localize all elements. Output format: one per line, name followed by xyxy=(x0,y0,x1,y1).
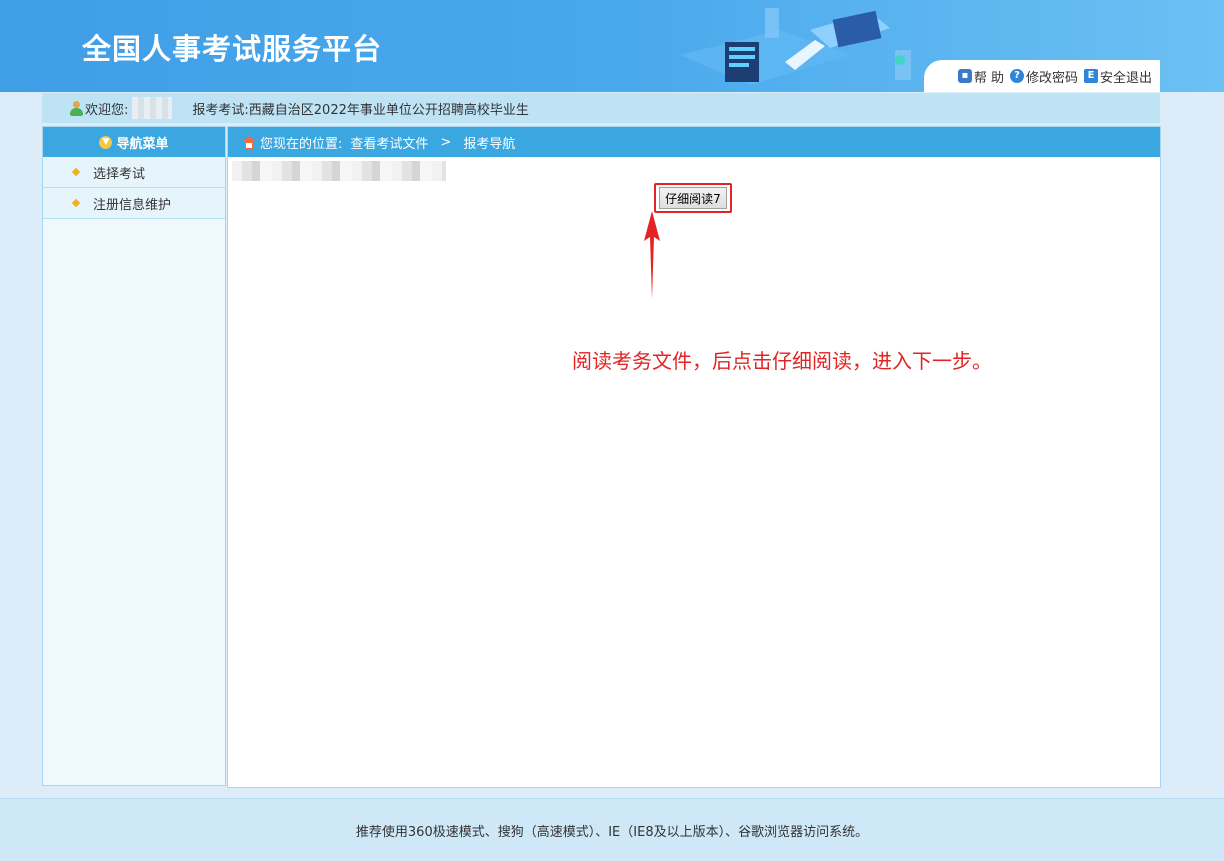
bullet-icon xyxy=(71,198,81,208)
breadcrumb-separator: > xyxy=(440,134,452,150)
header: 全国人事考试服务平台 ▪ 帮 助 ? 修改密码 E 安全退出 xyxy=(0,0,1224,92)
change-password-label: 修改密码 xyxy=(1025,70,1078,86)
breadcrumb-prefix: 您现在的位置: xyxy=(260,136,343,152)
exit-icon: E xyxy=(1083,69,1098,83)
annotation-text: 阅读考务文件，后点击仔细阅读，进入下一步。 xyxy=(572,349,992,373)
change-password-link[interactable]: ? 修改密码 xyxy=(1009,67,1078,86)
bullet-icon xyxy=(71,167,81,177)
header-illustration xyxy=(680,8,911,85)
home-icon xyxy=(242,135,256,149)
sidebar-title-label: 导航菜单 xyxy=(116,136,169,152)
exam-label: 报考考试: xyxy=(192,102,249,118)
sidebar-title: ▼ 导航菜单 xyxy=(43,127,225,157)
red-arrow-icon xyxy=(644,211,660,299)
sidebar-item-register-info[interactable]: 注册信息维护 xyxy=(43,188,225,219)
top-links: ▪ 帮 助 ? 修改密码 E 安全退出 xyxy=(924,60,1160,92)
breadcrumb: 您现在的位置: 查看考试文件 > 报考导航 xyxy=(228,127,1160,157)
sidebar: ▼ 导航菜单 选择考试 注册信息维护 xyxy=(42,126,226,786)
footer-text: 推荐使用360极速模式、搜狗（高速模式）、IE（IE8及以上版本）、谷歌浏览器访… xyxy=(355,824,869,840)
blurred-content xyxy=(232,161,446,181)
highlight-box: 仔细阅读7 xyxy=(654,183,732,213)
breadcrumb-current: 报考导航 xyxy=(463,136,516,152)
question-icon: ? xyxy=(1009,69,1024,83)
read-carefully-button[interactable]: 仔细阅读7 xyxy=(659,187,727,209)
breadcrumb-view-exam-files[interactable]: 查看考试文件 xyxy=(350,133,428,152)
main-panel: 您现在的位置: 查看考试文件 > 报考导航 仔细阅读7 阅读考务文件，后点击仔细… xyxy=(227,126,1161,788)
sidebar-item-label: 注册信息维护 xyxy=(93,197,172,213)
logout-link[interactable]: E 安全退出 xyxy=(1083,67,1152,86)
welcome-label: 欢迎您: xyxy=(85,102,129,118)
username-blurred xyxy=(132,97,173,119)
logout-label: 安全退出 xyxy=(1099,70,1152,86)
sidebar-item-label: 选择考试 xyxy=(93,166,146,182)
user-icon xyxy=(70,100,83,116)
chevron-down-icon: ▼ xyxy=(99,135,113,149)
sidebar-item-select-exam[interactable]: 选择考试 xyxy=(43,157,225,188)
footer: 推荐使用360极速模式、搜狗（高速模式）、IE（IE8及以上版本）、谷歌浏览器访… xyxy=(0,798,1224,861)
exam-name: 西藏自治区2022年事业单位公开招聘高校毕业生 xyxy=(248,102,529,118)
help-link[interactable]: ▪ 帮 助 xyxy=(957,67,1004,86)
help-label: 帮 助 xyxy=(973,70,1004,86)
lock-icon: ▪ xyxy=(957,69,972,83)
site-title: 全国人事考试服务平台 xyxy=(82,32,383,66)
info-bar: 欢迎您: 报考考试: 西藏自治区2022年事业单位公开招聘高校毕业生 xyxy=(42,93,1160,123)
